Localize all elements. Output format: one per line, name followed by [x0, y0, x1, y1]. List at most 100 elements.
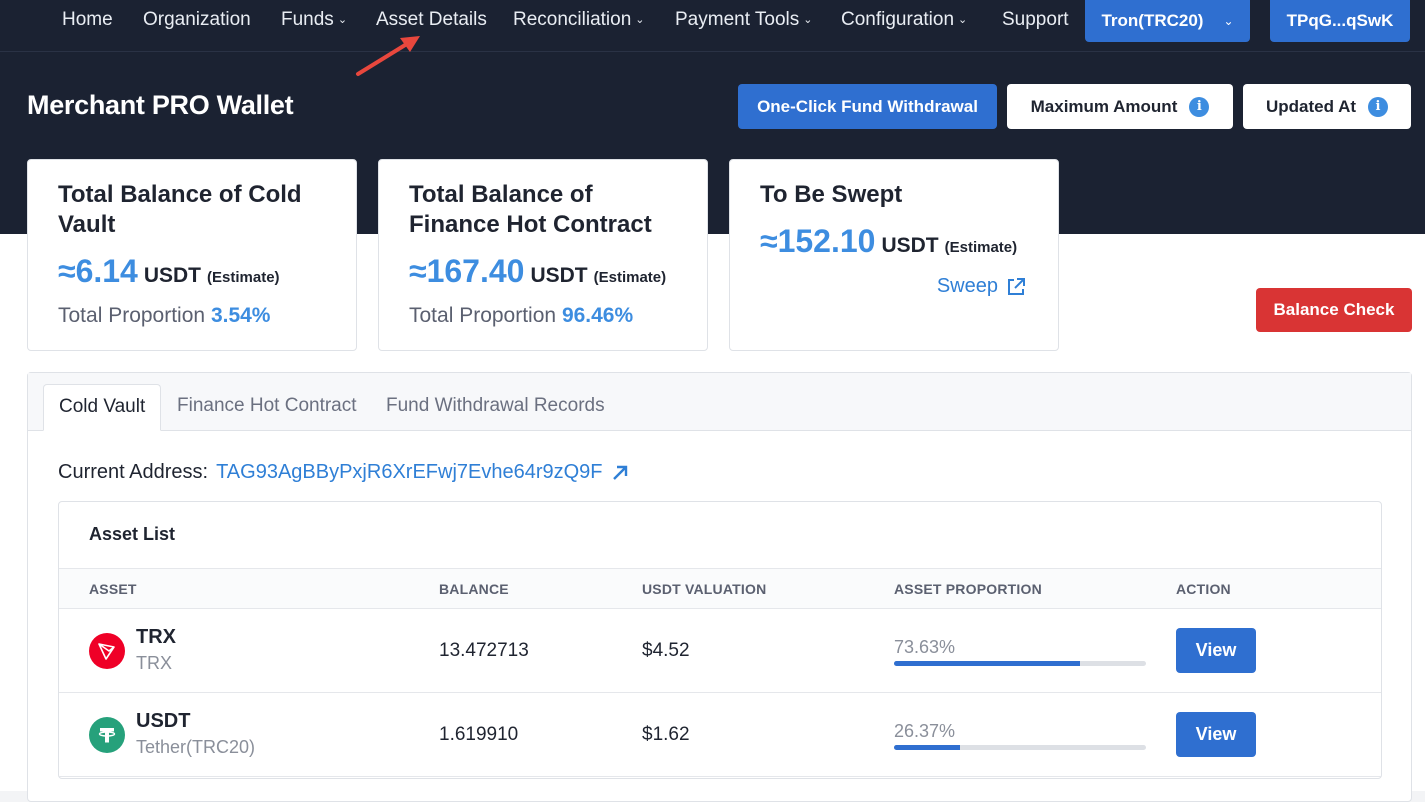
balance-check-label: Balance Check [1273, 300, 1395, 319]
asset-balance: 1.619910 [439, 724, 519, 745]
card-amount-estimate: (Estimate) [944, 239, 1018, 256]
chevron-down-icon: ⌄ [1223, 14, 1234, 28]
card-proportion-value: 96.46% [561, 304, 634, 327]
account-label: TPqG...qSwK [1286, 11, 1394, 30]
card-amount-unit: USDT [530, 264, 588, 287]
chevron-down-icon: ⌄ [337, 14, 348, 26]
nav-home[interactable]: Home [62, 0, 113, 40]
tab-fund-withdrawal-records[interactable]: Fund Withdrawal Records [371, 384, 620, 431]
updated-at-button[interactable]: Updated At i [1243, 84, 1411, 129]
asset-symbol: USDT [136, 710, 191, 732]
card-amount: ≈152.10 USDT (Estimate) [760, 223, 1017, 260]
to-be-swept-card: To Be Swept ≈152.10 USDT (Estimate) Swee… [729, 159, 1059, 351]
nav-support-label: Support [1002, 9, 1069, 30]
card-amount-value: ≈6.14 [58, 253, 138, 289]
asset-proportion-text: 26.37% [894, 721, 956, 741]
tether-icon [89, 717, 125, 753]
sweep-link[interactable]: Sweep [937, 275, 1026, 298]
asset-proportion-bar [894, 661, 1146, 666]
asset-name: Tether(TRC20) [136, 737, 256, 757]
balance-check-button[interactable]: Balance Check [1256, 288, 1412, 332]
annotation-arrow-icon [356, 36, 420, 76]
card-amount: ≈167.40 USDT (Estimate) [409, 253, 666, 290]
network-label: Tron(TRC20) [1101, 11, 1204, 30]
tab-cold-vault[interactable]: Cold Vault [43, 384, 162, 431]
nav-reconciliation-label: Reconciliation [513, 9, 632, 30]
card-title: Total Balance of Finance Hot Contract [409, 181, 652, 238]
one-click-withdrawal-button[interactable]: One-Click Fund Withdrawal [738, 84, 997, 129]
table-row: TRX TRX 13.472713 $4.52 73.63% View [59, 609, 1381, 693]
external-link-icon [1008, 277, 1025, 295]
info-icon: i [1189, 96, 1210, 117]
network-selector[interactable]: Tron(TRC20) ⌄ [1085, 0, 1250, 42]
view-button-label: View [1195, 724, 1237, 744]
card-amount-value: ≈152.10 [760, 223, 876, 259]
page-title: Merchant PRO Wallet [27, 90, 294, 120]
card-proportion-label: Total Proportion [58, 304, 206, 327]
card-amount-value: ≈167.40 [409, 253, 525, 289]
current-address-label: Current Address: [58, 461, 209, 483]
current-address-link[interactable]: TAG93AgBByPxjR6XrEFwj7Evhe64r9zQ9F [216, 461, 602, 484]
column-header-action: ACTION [1176, 581, 1231, 597]
tab-bar: Cold Vault Finance Hot Contract Fund Wit… [28, 373, 1411, 431]
nav-home-label: Home [62, 9, 113, 30]
chevron-down-icon: ⌄ [635, 14, 645, 26]
view-button[interactable]: View [1176, 712, 1256, 757]
asset-balance: 13.472713 [439, 640, 529, 661]
arrow-up-right-icon[interactable] [611, 464, 629, 482]
tab-label: Cold Vault [59, 396, 146, 417]
maximum-amount-button[interactable]: Maximum Amount i [1007, 84, 1233, 129]
asset-list-title: Asset List [89, 524, 176, 544]
column-header-balance: BALANCE [439, 581, 509, 597]
account-button[interactable]: TPqG...qSwK [1270, 0, 1410, 42]
card-proportion: Total Proportion 96.46% [409, 304, 633, 328]
nav-configuration-label: Configuration [841, 9, 955, 30]
proportion-fill [894, 661, 1080, 666]
card-amount-unit: USDT [881, 234, 939, 257]
nav-payment-tools-label: Payment Tools [675, 9, 800, 30]
asset-list: Asset List ASSET BALANCE USDT VALUATION … [58, 501, 1382, 779]
proportion-fill [894, 745, 961, 750]
card-amount-estimate: (Estimate) [593, 269, 667, 286]
asset-valuation: $1.62 [642, 724, 690, 745]
asset-symbol: TRX [136, 626, 176, 648]
asset-name: TRX [136, 653, 172, 673]
table-header: ASSET BALANCE USDT VALUATION ASSET PROPO… [59, 568, 1381, 609]
tab-finance-hot-contract[interactable]: Finance Hot Contract [162, 384, 372, 431]
sweep-link-label: Sweep [936, 275, 998, 297]
asset-valuation: $4.52 [642, 640, 690, 661]
tab-label: Fund Withdrawal Records [386, 395, 605, 416]
card-amount-unit: USDT [143, 264, 202, 287]
nav-organization[interactable]: Organization [143, 0, 251, 40]
nav-asset-details-label: Asset Details [376, 9, 487, 30]
updated-at-label: Updated At [1265, 96, 1357, 116]
card-amount-estimate: (Estimate) [207, 269, 280, 286]
view-button[interactable]: View [1176, 628, 1256, 673]
card-proportion-value: 3.54% [210, 304, 271, 327]
tab-panel: Cold Vault Finance Hot Contract Fund Wit… [27, 372, 1412, 802]
tab-label: Finance Hot Contract [177, 395, 357, 416]
card-proportion: Total Proportion 3.54% [58, 304, 270, 328]
top-nav: Home Organization Funds ⌄ Asset Details R… [0, 0, 1425, 52]
nav-funds-label: Funds [281, 9, 334, 30]
column-header-asset: ASSET [89, 581, 137, 597]
nav-reconciliation[interactable]: Reconciliation ⌄ [513, 0, 645, 40]
tron-icon [89, 633, 125, 669]
nav-organization-label: Organization [143, 9, 251, 30]
nav-funds[interactable]: Funds ⌄ [281, 0, 347, 40]
current-address-row: Current Address: TAG93AgBByPxjR6XrEFwj7E… [58, 461, 629, 484]
info-icon: i [1368, 96, 1389, 117]
view-button-label: View [1195, 640, 1237, 660]
asset-proportion-bar [894, 745, 1146, 750]
table-row: USDT Tether(TRC20) 1.619910 $1.62 26.37%… [59, 693, 1381, 777]
nav-configuration[interactable]: Configuration ⌄ [841, 0, 967, 40]
finance-hot-contract-card: Total Balance of Finance Hot Contract ≈1… [378, 159, 708, 351]
column-header-valuation: USDT VALUATION [642, 581, 767, 597]
nav-support[interactable]: Support [1002, 0, 1069, 40]
chevron-down-icon: ⌄ [803, 14, 813, 26]
nav-payment-tools[interactable]: Payment Tools ⌄ [675, 0, 813, 40]
card-amount: ≈6.14 USDT (Estimate) [58, 253, 280, 290]
cold-vault-card: Total Balance of Cold Vault ≈6.14 USDT (… [27, 159, 357, 351]
card-title: To Be Swept [760, 181, 903, 208]
card-proportion-label: Total Proportion [409, 304, 557, 327]
